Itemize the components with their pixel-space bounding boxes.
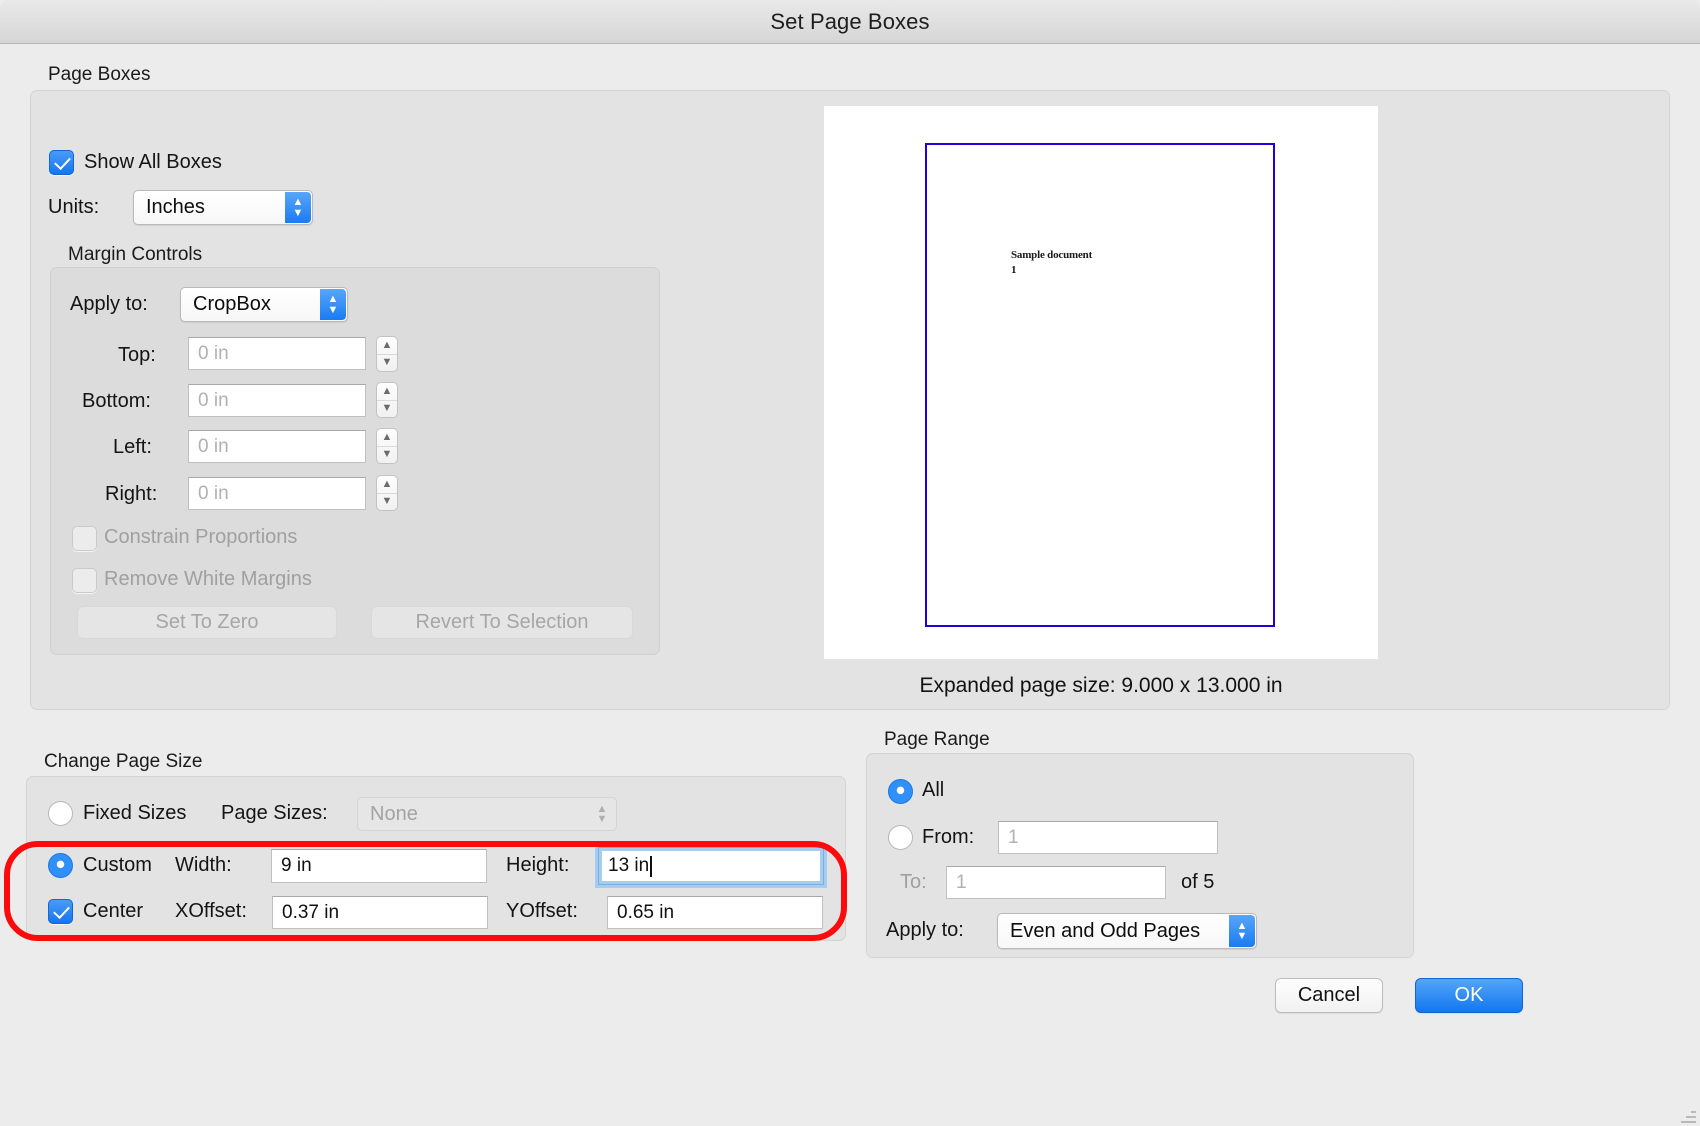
page-range-to-input[interactable]: 1 — [946, 866, 1166, 899]
page-range-total-label: of 5 — [1181, 871, 1215, 893]
chevron-updown-icon[interactable]: ▲ ▼ — [1229, 915, 1255, 947]
page-range-apply-to-select[interactable]: Even and Odd Pages ▲ ▼ — [997, 913, 1257, 949]
height-input-value: 13 in — [608, 855, 650, 876]
custom-radio[interactable] — [48, 853, 73, 878]
page-range-to-label: To: — [900, 871, 927, 893]
show-all-boxes-label: Show All Boxes — [84, 151, 222, 173]
preview-doc-line-2: 1 — [1011, 264, 1017, 276]
window-resize-grip[interactable] — [1680, 1107, 1696, 1123]
yoffset-label: YOffset: — [506, 900, 578, 922]
page-range-apply-to-label: Apply to: — [886, 919, 964, 941]
margin-left-input[interactable]: 0 in — [188, 430, 366, 463]
page-sizes-label: Page Sizes: — [221, 802, 328, 824]
margin-apply-to-select[interactable]: CropBox ▲ ▼ — [180, 287, 348, 322]
height-input[interactable]: 13 in — [598, 847, 824, 885]
page-range-from-radio[interactable] — [888, 825, 913, 850]
page-boxes-section-label: Page Boxes — [48, 64, 151, 85]
units-select[interactable]: Inches ▲ ▼ — [133, 190, 313, 225]
margin-right-label: Right: — [105, 483, 158, 505]
xoffset-input[interactable]: 0.37 in — [272, 896, 488, 929]
stepper-down-icon[interactable]: ▼ — [377, 355, 397, 372]
page-range-from-label: From: — [922, 826, 975, 848]
dialog-title: Set Page Boxes — [770, 8, 930, 34]
page-preview: Sample document 1 — [824, 106, 1378, 659]
margin-right-stepper[interactable]: ▲ ▼ — [376, 475, 398, 511]
custom-label: Custom — [83, 854, 152, 876]
margin-apply-to-value: CropBox — [193, 293, 271, 315]
width-label: Width: — [175, 854, 232, 876]
ok-button[interactable]: OK — [1415, 978, 1523, 1013]
page-range-section-label: Page Range — [884, 729, 990, 750]
units-label: Units: — [48, 196, 100, 218]
show-all-boxes-checkbox[interactable] — [49, 150, 74, 175]
set-to-zero-button: Set To Zero — [77, 606, 337, 639]
page-range-all-radio[interactable] — [888, 779, 913, 804]
margin-left-stepper[interactable]: ▲ ▼ — [376, 428, 398, 464]
margin-top-label: Top: — [118, 344, 156, 366]
dialog-titlebar: Set Page Boxes — [0, 0, 1700, 44]
margin-top-input[interactable]: 0 in — [188, 337, 366, 370]
yoffset-input[interactable]: 0.65 in — [607, 896, 823, 929]
margin-top-stepper[interactable]: ▲ ▼ — [376, 336, 398, 372]
stepper-up-icon[interactable]: ▲ — [377, 337, 397, 355]
stepper-down-icon[interactable]: ▼ — [377, 401, 397, 418]
cancel-button[interactable]: Cancel — [1275, 978, 1383, 1013]
margin-left-label: Left: — [113, 436, 152, 458]
margin-apply-to-label: Apply to: — [70, 293, 148, 315]
text-cursor — [650, 855, 652, 877]
margin-bottom-stepper[interactable]: ▲ ▼ — [376, 382, 398, 418]
page-range-from-input[interactable]: 1 — [998, 821, 1218, 854]
page-preview-cropbox: Sample document 1 — [925, 143, 1275, 627]
center-label: Center — [83, 900, 144, 922]
stepper-down-icon[interactable]: ▼ — [377, 447, 397, 464]
remove-white-margins-label: Remove White Margins — [104, 568, 312, 590]
chevron-updown-icon[interactable]: ▲ ▼ — [320, 289, 346, 320]
expanded-page-size-note: Expanded page size: 9.000 x 13.000 in — [919, 674, 1283, 697]
stepper-up-icon[interactable]: ▲ — [377, 429, 397, 447]
constrain-proportions-label: Constrain Proportions — [104, 526, 298, 548]
margin-bottom-input[interactable]: 0 in — [188, 384, 366, 417]
center-checkbox[interactable] — [48, 899, 73, 924]
width-input[interactable]: 9 in — [271, 849, 487, 883]
fixed-sizes-label: Fixed Sizes — [83, 802, 187, 824]
page-sizes-value: None — [370, 802, 418, 825]
set-page-boxes-dialog: Set Page Boxes Page Boxes Show All Boxes… — [0, 0, 1700, 1126]
chevron-updown-icon[interactable]: ▲ ▼ — [285, 192, 311, 223]
fixed-sizes-radio[interactable] — [48, 801, 73, 826]
margin-bottom-label: Bottom: — [82, 390, 151, 412]
stepper-down-icon[interactable]: ▼ — [377, 494, 397, 511]
revert-to-selection-button: Revert To Selection — [371, 606, 633, 639]
remove-white-margins-checkbox — [72, 568, 97, 593]
stepper-up-icon[interactable]: ▲ — [377, 383, 397, 401]
margin-right-input[interactable]: 0 in — [188, 477, 366, 510]
page-range-apply-to-value: Even and Odd Pages — [1010, 919, 1201, 942]
xoffset-label: XOffset: — [175, 900, 247, 922]
chevron-updown-icon: ▲ ▼ — [596, 802, 608, 825]
preview-doc-line-1: Sample document — [1011, 249, 1093, 261]
page-range-all-label: All — [922, 779, 945, 801]
height-label: Height: — [506, 854, 570, 876]
constrain-proportions-checkbox — [72, 526, 97, 551]
stepper-up-icon[interactable]: ▲ — [377, 476, 397, 494]
margin-controls-section-label: Margin Controls — [68, 244, 203, 265]
page-sizes-select: None ▲ ▼ — [357, 797, 617, 831]
change-page-size-section-label: Change Page Size — [44, 751, 203, 772]
units-value: Inches — [146, 196, 205, 218]
